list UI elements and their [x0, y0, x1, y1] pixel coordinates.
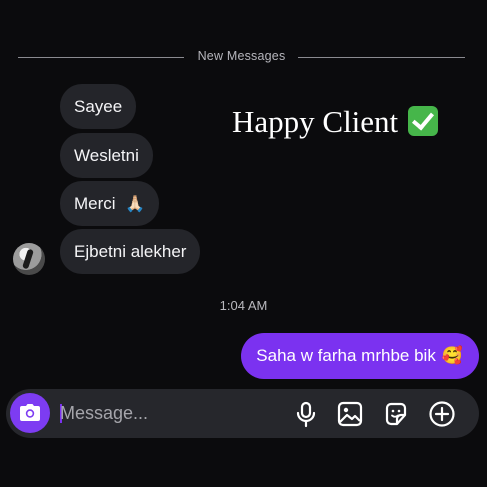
sticker-icon[interactable]: [382, 400, 410, 428]
received-message[interactable]: Merci 🙏🏻: [60, 181, 160, 226]
message-composer: Message...: [6, 389, 479, 438]
sent-message[interactable]: Saha w farha mrhbe bik 🥰: [241, 333, 479, 379]
message-input[interactable]: Message...: [60, 398, 260, 428]
message-text: Sayee: [74, 97, 123, 116]
message-text: Wesletni: [74, 146, 139, 165]
received-message[interactable]: Sayee: [60, 84, 137, 129]
camera-button[interactable]: [10, 393, 50, 433]
message-timestamp: 1:04 AM: [219, 298, 268, 313]
new-messages-divider: New Messages: [18, 49, 465, 65]
happy-client-overlay: Happy Client: [232, 104, 439, 140]
image-icon[interactable]: [336, 400, 364, 428]
overlay-text: Happy Client: [232, 104, 399, 139]
received-message[interactable]: Ejbetni alekher: [60, 229, 201, 274]
smiling-hearts-emoji: 🥰: [441, 346, 463, 365]
contact-avatar[interactable]: [13, 243, 45, 275]
divider-line-right: [298, 57, 465, 58]
message-text: Ejbetni alekher: [74, 242, 187, 261]
new-messages-label: New Messages: [197, 49, 286, 63]
message-text: Merci: [74, 194, 116, 213]
microphone-icon[interactable]: [292, 400, 320, 428]
camera-icon: [20, 404, 40, 421]
message-text: Saha w farha mrhbe bik: [256, 346, 436, 365]
check-mark-icon: [408, 106, 439, 136]
folded-hands-emoji: 🙏🏻: [125, 196, 146, 213]
received-message[interactable]: Wesletni: [60, 133, 153, 178]
plus-circle-icon[interactable]: [428, 400, 456, 428]
